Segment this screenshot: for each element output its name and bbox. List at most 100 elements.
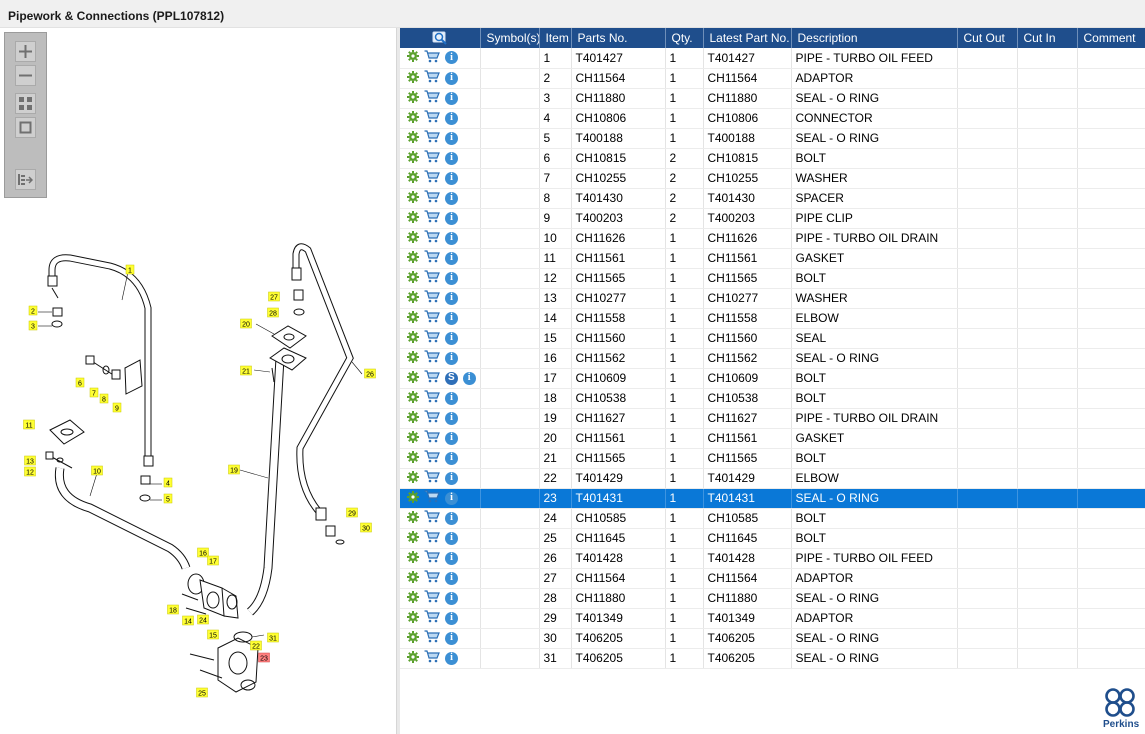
- info-icon[interactable]: i: [445, 531, 458, 545]
- callout-31[interactable]: 31: [267, 632, 279, 643]
- info-icon[interactable]: i: [445, 331, 458, 345]
- supersession-icon[interactable]: S: [445, 371, 458, 385]
- column-header-symbols[interactable]: Symbol(s): [480, 28, 540, 48]
- parts-config-button[interactable]: [407, 50, 419, 65]
- add-to-cart-button[interactable]: [424, 470, 440, 486]
- callout-19[interactable]: 19: [228, 464, 240, 475]
- table-row[interactable]: i 20 CH11561 1 CH11561 GASKET: [400, 428, 1145, 449]
- callout-10[interactable]: 10: [91, 465, 103, 476]
- callout-13[interactable]: 13: [24, 455, 36, 466]
- info-icon[interactable]: i: [445, 351, 458, 365]
- info-icon[interactable]: i: [445, 651, 458, 665]
- callout-3[interactable]: 3: [28, 320, 38, 331]
- show-list-button[interactable]: [15, 169, 36, 190]
- fit-all-button[interactable]: [15, 93, 36, 114]
- add-to-cart-button[interactable]: [424, 610, 440, 626]
- callout-23[interactable]: 23: [258, 652, 270, 663]
- callout-15[interactable]: 15: [207, 629, 219, 640]
- callout-5[interactable]: 5: [163, 493, 173, 504]
- table-row[interactable]: i 22 T401429 1 T401429 ELBOW: [400, 468, 1145, 489]
- add-to-cart-button[interactable]: [424, 90, 440, 106]
- table-row[interactable]: i 7 CH10255 2 CH10255 WASHER: [400, 168, 1145, 189]
- column-header-actions[interactable]: [400, 28, 481, 48]
- callout-2[interactable]: 2: [28, 305, 38, 316]
- info-icon[interactable]: i: [445, 151, 458, 165]
- info-icon[interactable]: i: [445, 51, 458, 65]
- table-row[interactable]: i 29 T401349 1 T401349 ADAPTOR: [400, 608, 1145, 629]
- add-to-cart-button[interactable]: [424, 230, 440, 246]
- add-to-cart-button[interactable]: [424, 590, 440, 606]
- column-header-parts-no[interactable]: Parts No.: [571, 28, 666, 48]
- parts-config-button[interactable]: [407, 510, 419, 526]
- info-icon[interactable]: i: [445, 271, 458, 285]
- add-to-cart-button[interactable]: [424, 330, 440, 346]
- callout-9[interactable]: 9: [112, 402, 122, 413]
- actual-size-button[interactable]: [15, 117, 36, 138]
- add-to-cart-button[interactable]: [424, 530, 440, 546]
- add-to-cart-button[interactable]: [424, 290, 440, 306]
- info-icon[interactable]: i: [445, 471, 458, 485]
- parts-config-button[interactable]: [407, 250, 419, 266]
- table-row[interactable]: i 28 CH11880 1 CH11880 SEAL - O RING: [400, 588, 1145, 609]
- add-to-cart-button[interactable]: [424, 410, 440, 426]
- parts-config-button[interactable]: [407, 70, 419, 86]
- callout-8[interactable]: 8: [99, 393, 109, 404]
- parts-config-button[interactable]: [407, 470, 419, 486]
- info-icon[interactable]: i: [445, 131, 458, 145]
- callout-28[interactable]: 28: [267, 307, 279, 318]
- info-icon[interactable]: i: [445, 491, 458, 505]
- info-icon[interactable]: i: [445, 591, 458, 605]
- info-icon[interactable]: i: [445, 91, 458, 105]
- table-row[interactable]: i 24 CH10585 1 CH10585 BOLT: [400, 508, 1145, 529]
- callout-16[interactable]: 16: [197, 547, 209, 558]
- table-row[interactable]: i 5 T400188 1 T400188 SEAL - O RING: [400, 128, 1145, 149]
- table-row[interactable]: i 14 CH11558 1 CH11558 ELBOW: [400, 308, 1145, 329]
- table-row[interactable]: i 4 CH10806 1 CH10806 CONNECTOR: [400, 108, 1145, 129]
- add-to-cart-button[interactable]: [424, 50, 440, 66]
- parts-config-button[interactable]: [407, 370, 419, 386]
- parts-config-button[interactable]: [407, 610, 419, 626]
- callout-1[interactable]: 1: [125, 264, 135, 275]
- callout-21[interactable]: 21: [240, 365, 252, 376]
- info-icon[interactable]: i: [445, 391, 458, 405]
- info-icon[interactable]: i: [445, 411, 458, 425]
- table-row[interactable]: i 27 CH11564 1 CH11564 ADAPTOR: [400, 568, 1145, 589]
- add-to-cart-button[interactable]: [424, 350, 440, 366]
- callout-27[interactable]: 27: [268, 291, 280, 302]
- column-header-qty[interactable]: Qty.: [665, 28, 704, 48]
- parts-config-button[interactable]: [407, 90, 419, 106]
- parts-config-button[interactable]: [407, 490, 419, 506]
- parts-config-button[interactable]: [407, 170, 419, 186]
- parts-config-button[interactable]: [407, 130, 419, 146]
- callout-25[interactable]: 25: [196, 687, 208, 698]
- parts-config-button[interactable]: [407, 450, 419, 466]
- callout-24[interactable]: 24: [197, 614, 209, 625]
- add-to-cart-button[interactable]: [424, 570, 440, 586]
- callout-22[interactable]: 22: [250, 640, 262, 651]
- info-icon[interactable]: i: [445, 191, 458, 205]
- callout-30[interactable]: 30: [360, 522, 372, 533]
- info-icon[interactable]: i: [445, 611, 458, 625]
- parts-config-button[interactable]: [407, 630, 419, 646]
- add-to-cart-button[interactable]: [424, 250, 440, 266]
- info-icon[interactable]: i: [445, 111, 458, 125]
- info-icon[interactable]: i: [445, 311, 458, 325]
- parts-config-button[interactable]: [407, 190, 419, 206]
- info-icon[interactable]: i: [445, 231, 458, 245]
- callout-18[interactable]: 18: [167, 604, 179, 615]
- add-to-cart-button[interactable]: [424, 210, 440, 226]
- callout-11[interactable]: 11: [23, 419, 35, 430]
- add-to-cart-button[interactable]: [424, 390, 440, 406]
- table-row[interactable]: i 23 T401431 1 T401431 SEAL - O RING: [400, 488, 1145, 509]
- add-to-cart-button[interactable]: [424, 630, 440, 646]
- callout-7[interactable]: 7: [89, 387, 99, 398]
- info-icon[interactable]: i: [445, 431, 458, 445]
- table-row[interactable]: i 9 T400203 2 T400203 PIPE CLIP: [400, 208, 1145, 229]
- parts-config-button[interactable]: [407, 110, 419, 126]
- table-row[interactable]: i 19 CH11627 1 CH11627 PIPE - TURBO OIL DRAIN: [400, 408, 1145, 429]
- table-row[interactable]: i 31 T406205 1 T406205 SEAL - O RING: [400, 648, 1145, 669]
- parts-config-button[interactable]: [407, 390, 419, 406]
- parts-config-button[interactable]: [407, 410, 419, 426]
- callout-26[interactable]: 26: [364, 368, 376, 379]
- table-row[interactable]: i 10 CH11626 1 CH11626 PIPE - TURBO OIL DRAIN: [400, 228, 1145, 249]
